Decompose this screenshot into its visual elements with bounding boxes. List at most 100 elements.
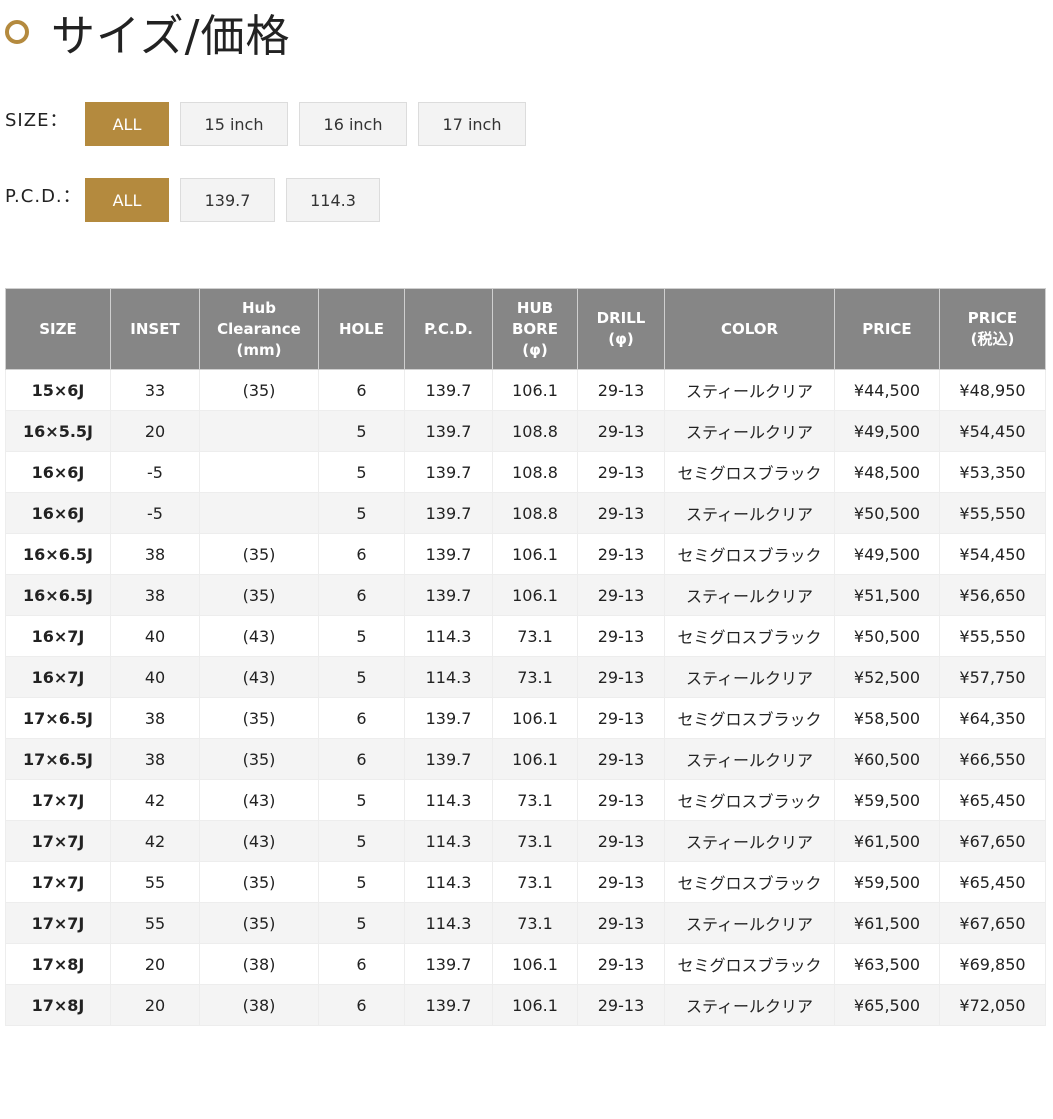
cell-price: ¥59,500	[834, 779, 940, 821]
cell-size: 17×7J	[5, 820, 111, 862]
cell-drill: 29-13	[577, 615, 665, 657]
pcd-filter-139-7-button[interactable]: 139.7	[180, 178, 275, 222]
cell-size: 16×6J	[5, 451, 111, 493]
pcd-filter-114-3-button[interactable]: 114.3	[286, 178, 380, 222]
cell-price: ¥48,500	[834, 451, 940, 493]
table-row: 17×7J 42 (43) 5 114.3 73.1 29-13 スティールクリア ¥61,50…	[5, 820, 1046, 862]
cell-drill: 29-13	[577, 656, 665, 698]
cell-pcd: 114.3	[404, 779, 493, 821]
table-row: 16×6J -5 5 139.7 108.8 29-13 スティールクリア ¥50,500 ¥5…	[5, 492, 1046, 534]
cell-price-tax: ¥66,550	[939, 738, 1046, 780]
cell-pcd: 139.7	[404, 574, 493, 616]
cell-pcd: 139.7	[404, 369, 493, 411]
cell-hub-clearance	[199, 451, 319, 493]
cell-inset: 42	[110, 820, 200, 862]
header-drill: DRILL (φ)	[577, 288, 665, 370]
cell-price: ¥50,500	[834, 615, 940, 657]
cell-inset: 38	[110, 574, 200, 616]
cell-hole: 5	[318, 656, 405, 698]
cell-hole: 6	[318, 697, 405, 739]
cell-price: ¥58,500	[834, 697, 940, 739]
cell-size: 15×6J	[5, 369, 111, 411]
cell-hub-clearance: (35)	[199, 574, 319, 616]
cell-color: スティールクリア	[664, 902, 835, 944]
table-row: 17×7J 55 (35) 5 114.3 73.1 29-13 スティールクリア ¥61,50…	[5, 902, 1046, 944]
size-filter-17-inch-button[interactable]: 17 inch	[418, 102, 526, 146]
cell-hub-bore: 106.1	[492, 369, 578, 411]
cell-pcd: 139.7	[404, 984, 493, 1026]
cell-size: 17×7J	[5, 779, 111, 821]
cell-hub-bore: 106.1	[492, 984, 578, 1026]
cell-pcd: 114.3	[404, 656, 493, 698]
table-row: 17×8J 20 (38) 6 139.7 106.1 29-13 セミグロスブラック ¥63,…	[5, 943, 1046, 985]
header-size: SIZE	[5, 288, 111, 370]
header-color: COLOR	[664, 288, 835, 370]
cell-hole: 6	[318, 533, 405, 575]
cell-price: ¥59,500	[834, 861, 940, 903]
cell-price: ¥65,500	[834, 984, 940, 1026]
cell-hole: 6	[318, 738, 405, 780]
cell-hub-clearance: (43)	[199, 779, 319, 821]
header-hub-clearance: Hub Clearance (mm)	[199, 288, 319, 370]
cell-color: セミグロスブラック	[664, 533, 835, 575]
cell-inset: 38	[110, 697, 200, 739]
cell-hub-bore: 73.1	[492, 902, 578, 944]
cell-pcd: 114.3	[404, 820, 493, 862]
cell-color: スティールクリア	[664, 820, 835, 862]
cell-price-tax: ¥55,550	[939, 615, 1046, 657]
page-heading: サイズ/価格	[5, 4, 291, 62]
cell-price-tax: ¥53,350	[939, 451, 1046, 493]
cell-size: 16×6.5J	[5, 574, 111, 616]
cell-inset: -5	[110, 492, 200, 534]
cell-pcd: 139.7	[404, 451, 493, 493]
size-filter-15-inch-button[interactable]: 15 inch	[180, 102, 288, 146]
table-row: 16×7J 40 (43) 5 114.3 73.1 29-13 スティールクリア ¥52,50…	[5, 656, 1046, 698]
cell-inset: 42	[110, 779, 200, 821]
cell-inset: 40	[110, 615, 200, 657]
cell-hole: 5	[318, 820, 405, 862]
cell-hub-clearance: (35)	[199, 861, 319, 903]
cell-hole: 5	[318, 861, 405, 903]
cell-hole: 5	[318, 779, 405, 821]
table-row: 16×7J 40 (43) 5 114.3 73.1 29-13 セミグロスブラック ¥50,5…	[5, 615, 1046, 657]
size-filter-all-button[interactable]: ALL	[85, 102, 169, 146]
cell-color: スティールクリア	[664, 410, 835, 452]
cell-price-tax: ¥65,450	[939, 861, 1046, 903]
cell-hub-clearance: (43)	[199, 615, 319, 657]
cell-inset: 55	[110, 861, 200, 903]
cell-price: ¥61,500	[834, 902, 940, 944]
pcd-filter-all-button[interactable]: ALL	[85, 178, 169, 222]
cell-price: ¥60,500	[834, 738, 940, 780]
cell-drill: 29-13	[577, 697, 665, 739]
cell-inset: 38	[110, 738, 200, 780]
cell-drill: 29-13	[577, 574, 665, 616]
cell-color: セミグロスブラック	[664, 943, 835, 985]
cell-drill: 29-13	[577, 820, 665, 862]
cell-drill: 29-13	[577, 533, 665, 575]
cell-drill: 29-13	[577, 984, 665, 1026]
cell-hub-bore: 108.8	[492, 492, 578, 534]
table-row: 17×8J 20 (38) 6 139.7 106.1 29-13 スティールクリア ¥65,5…	[5, 984, 1046, 1026]
cell-hub-bore: 73.1	[492, 615, 578, 657]
cell-hub-bore: 73.1	[492, 656, 578, 698]
table-row: 16×5.5J 20 5 139.7 108.8 29-13 スティールクリア ¥49,500…	[5, 410, 1046, 452]
cell-price: ¥52,500	[834, 656, 940, 698]
cell-hub-bore: 106.1	[492, 574, 578, 616]
table-row: 17×7J 55 (35) 5 114.3 73.1 29-13 セミグロスブラック ¥59,5…	[5, 861, 1046, 903]
cell-price-tax: ¥56,650	[939, 574, 1046, 616]
cell-size: 16×7J	[5, 656, 111, 698]
pcd-filter: P.C.D.： ALL 139.7 114.3	[5, 178, 380, 222]
table-row: 15×6J 33 (35) 6 139.7 106.1 29-13 スティールクリア ¥44,5…	[5, 369, 1046, 411]
page-title: サイズ/価格	[51, 11, 291, 62]
table-row: 16×6.5J 38 (35) 6 139.7 106.1 29-13 スティールクリア ¥51…	[5, 574, 1046, 616]
cell-hole: 5	[318, 410, 405, 452]
cell-inset: 20	[110, 410, 200, 452]
cell-size: 16×7J	[5, 615, 111, 657]
size-filter-16-inch-button[interactable]: 16 inch	[299, 102, 407, 146]
header-hub-bore: HUB BORE (φ)	[492, 288, 578, 370]
cell-hub-bore: 108.8	[492, 451, 578, 493]
cell-hole: 6	[318, 984, 405, 1026]
cell-price: ¥63,500	[834, 943, 940, 985]
cell-drill: 29-13	[577, 943, 665, 985]
cell-hub-bore: 106.1	[492, 738, 578, 780]
